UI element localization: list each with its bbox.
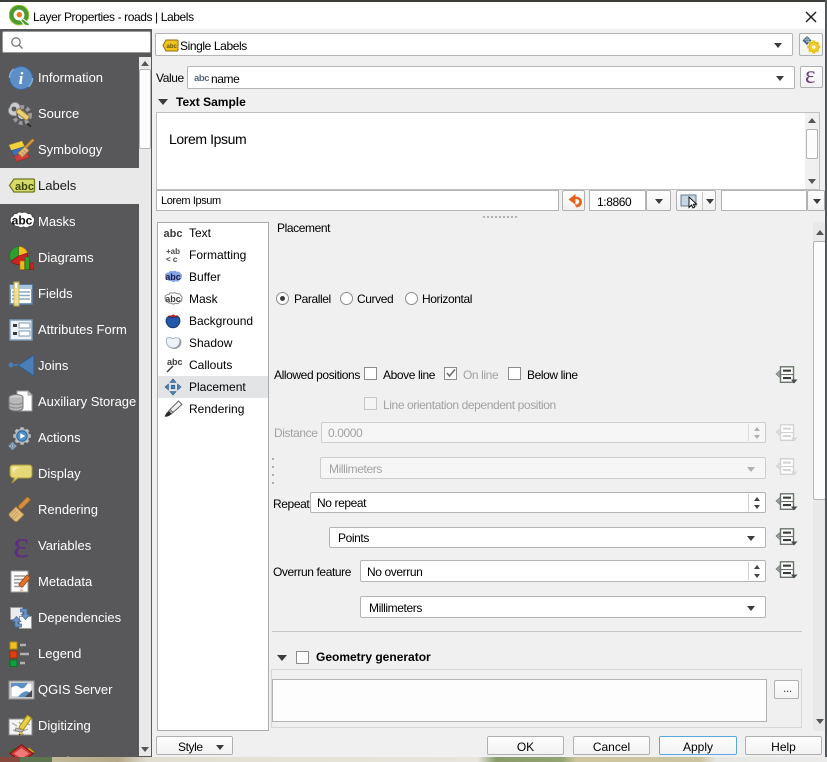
svg-text:abc: abc: [165, 272, 181, 282]
svg-text:ε: ε: [13, 533, 29, 559]
svg-text:abc: abc: [15, 181, 34, 193]
svg-text:abc: abc: [12, 214, 33, 228]
svg-text:abc: abc: [165, 294, 181, 304]
svg-text:i: i: [19, 69, 24, 88]
svg-text:abc: abc: [167, 357, 183, 367]
svg-text:< c: < c: [166, 255, 178, 264]
svg-text:abc: abc: [164, 228, 183, 240]
svg-text:abc: abc: [167, 44, 178, 50]
